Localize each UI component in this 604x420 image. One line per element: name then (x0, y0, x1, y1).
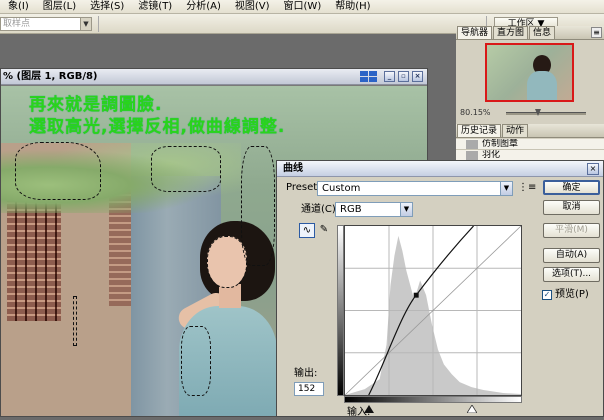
zoom-level[interactable]: 80.15% (460, 108, 491, 117)
history-item[interactable]: 仿制图章 (456, 139, 604, 150)
history-step-icon (466, 140, 478, 149)
sample-preset-text: 取样点 (3, 19, 31, 29)
caption-line-2: 選取高光,選擇反相,做曲線調整. (29, 117, 286, 137)
tab-histogram[interactable]: 直方图 (493, 26, 529, 39)
curves-dialog: 曲线 × Preset: Custom ▼ ⋮≡ 通道(C): RGB ▼ ∿ … (276, 160, 604, 418)
selection-marquee (181, 326, 211, 396)
sample-preset-select[interactable]: 取样点 ▼ (0, 17, 92, 31)
preset-select[interactable]: Custom ▼ (317, 181, 513, 196)
output-label: 输出: (294, 368, 318, 379)
tab-history[interactable]: 历史记录 (457, 124, 502, 137)
selection-marquee (241, 146, 275, 266)
pencil-tool-icon[interactable]: ✎ (316, 223, 332, 238)
history-item-label: 仿制图章 (482, 139, 519, 149)
white-point-slider-icon[interactable] (467, 405, 477, 413)
window-logo-icon (360, 71, 377, 82)
close-icon[interactable]: × (587, 163, 599, 175)
brick-lattice (7, 201, 61, 321)
menu-view[interactable]: 视图(V) (227, 0, 270, 13)
preview-label: 预览(P) (555, 289, 589, 300)
navigator-thumbnail[interactable] (485, 43, 574, 102)
black-point-slider-icon[interactable] (364, 405, 374, 413)
history-tabs: 历史记录 动作 (456, 124, 604, 138)
chevron-down-icon: ▼ (80, 18, 91, 30)
output-gradient-bar (337, 225, 344, 396)
selection-marquee (151, 146, 221, 192)
dialog-title: 曲线 (277, 161, 603, 177)
preset-options-icon[interactable]: ⋮≡ (518, 181, 536, 195)
navigator-tabs: 导航器 直方图 信息 ≡ (456, 26, 604, 40)
zoom-slider[interactable] (506, 112, 586, 115)
thumbnail-body (527, 71, 557, 100)
maximize-icon[interactable]: ▫ (398, 71, 409, 82)
history-step-icon (466, 151, 478, 160)
menu-select[interactable]: 选择(S) (82, 0, 124, 13)
channel-value: RGB (340, 204, 362, 215)
channel-select[interactable]: RGB ▼ (335, 202, 413, 217)
output-value[interactable]: 152 (294, 382, 324, 396)
menu-image[interactable]: 象(I) (0, 0, 29, 13)
menu-analysis[interactable]: 分析(A) (178, 0, 221, 13)
close-icon[interactable]: × (412, 71, 423, 82)
menu-window[interactable]: 窗口(W) (276, 0, 322, 13)
curve-graph[interactable] (344, 225, 522, 396)
menu-help[interactable]: 帮助(H) (327, 0, 370, 13)
chevron-down-icon: ▼ (500, 182, 512, 195)
options-separator (98, 16, 99, 32)
panel-menu-icon[interactable]: ≡ (591, 27, 602, 38)
chevron-down-icon: ▼ (400, 203, 412, 216)
smooth-button[interactable]: 平滑(M) (543, 223, 600, 238)
selection-marquee (73, 296, 77, 346)
menu-bar: 象(I) 图层(L) 选择(S) 滤镜(T) 分析(A) 视图(V) 窗口(W)… (0, 0, 604, 14)
tab-navigator[interactable]: 导航器 (457, 26, 493, 39)
auto-button[interactable]: 自动(A) (543, 248, 600, 263)
options-button[interactable]: 选项(T)... (543, 267, 600, 282)
caption-line-1: 再來就是調圖臉. (29, 95, 163, 115)
tab-info[interactable]: 信息 (529, 26, 556, 39)
preview-checkbox[interactable]: ✓ (542, 290, 552, 300)
selection-marquee (15, 142, 101, 200)
curve-point (413, 292, 419, 298)
cancel-button[interactable]: 取消 (543, 200, 600, 215)
menu-layer[interactable]: 图层(L) (35, 0, 76, 13)
minimize-icon[interactable]: _ (384, 71, 395, 82)
input-gradient-bar (344, 396, 522, 403)
selection-marquee (207, 236, 247, 288)
channel-label: 通道(C): (301, 204, 340, 215)
document-title: % (图层 1, RGB/8) (3, 71, 98, 82)
document-titlebar: % (图层 1, RGB/8) _ ▫ × (1, 69, 427, 85)
history-item-label: 羽化 (482, 150, 501, 160)
preset-value: Custom (322, 183, 361, 194)
tab-actions[interactable]: 动作 (502, 124, 529, 137)
preset-label: Preset: (286, 182, 321, 193)
menu-filter[interactable]: 滤镜(T) (130, 0, 172, 13)
ok-button[interactable]: 确定 (543, 180, 600, 195)
curve-point-tool-icon[interactable]: ∿ (299, 223, 315, 238)
